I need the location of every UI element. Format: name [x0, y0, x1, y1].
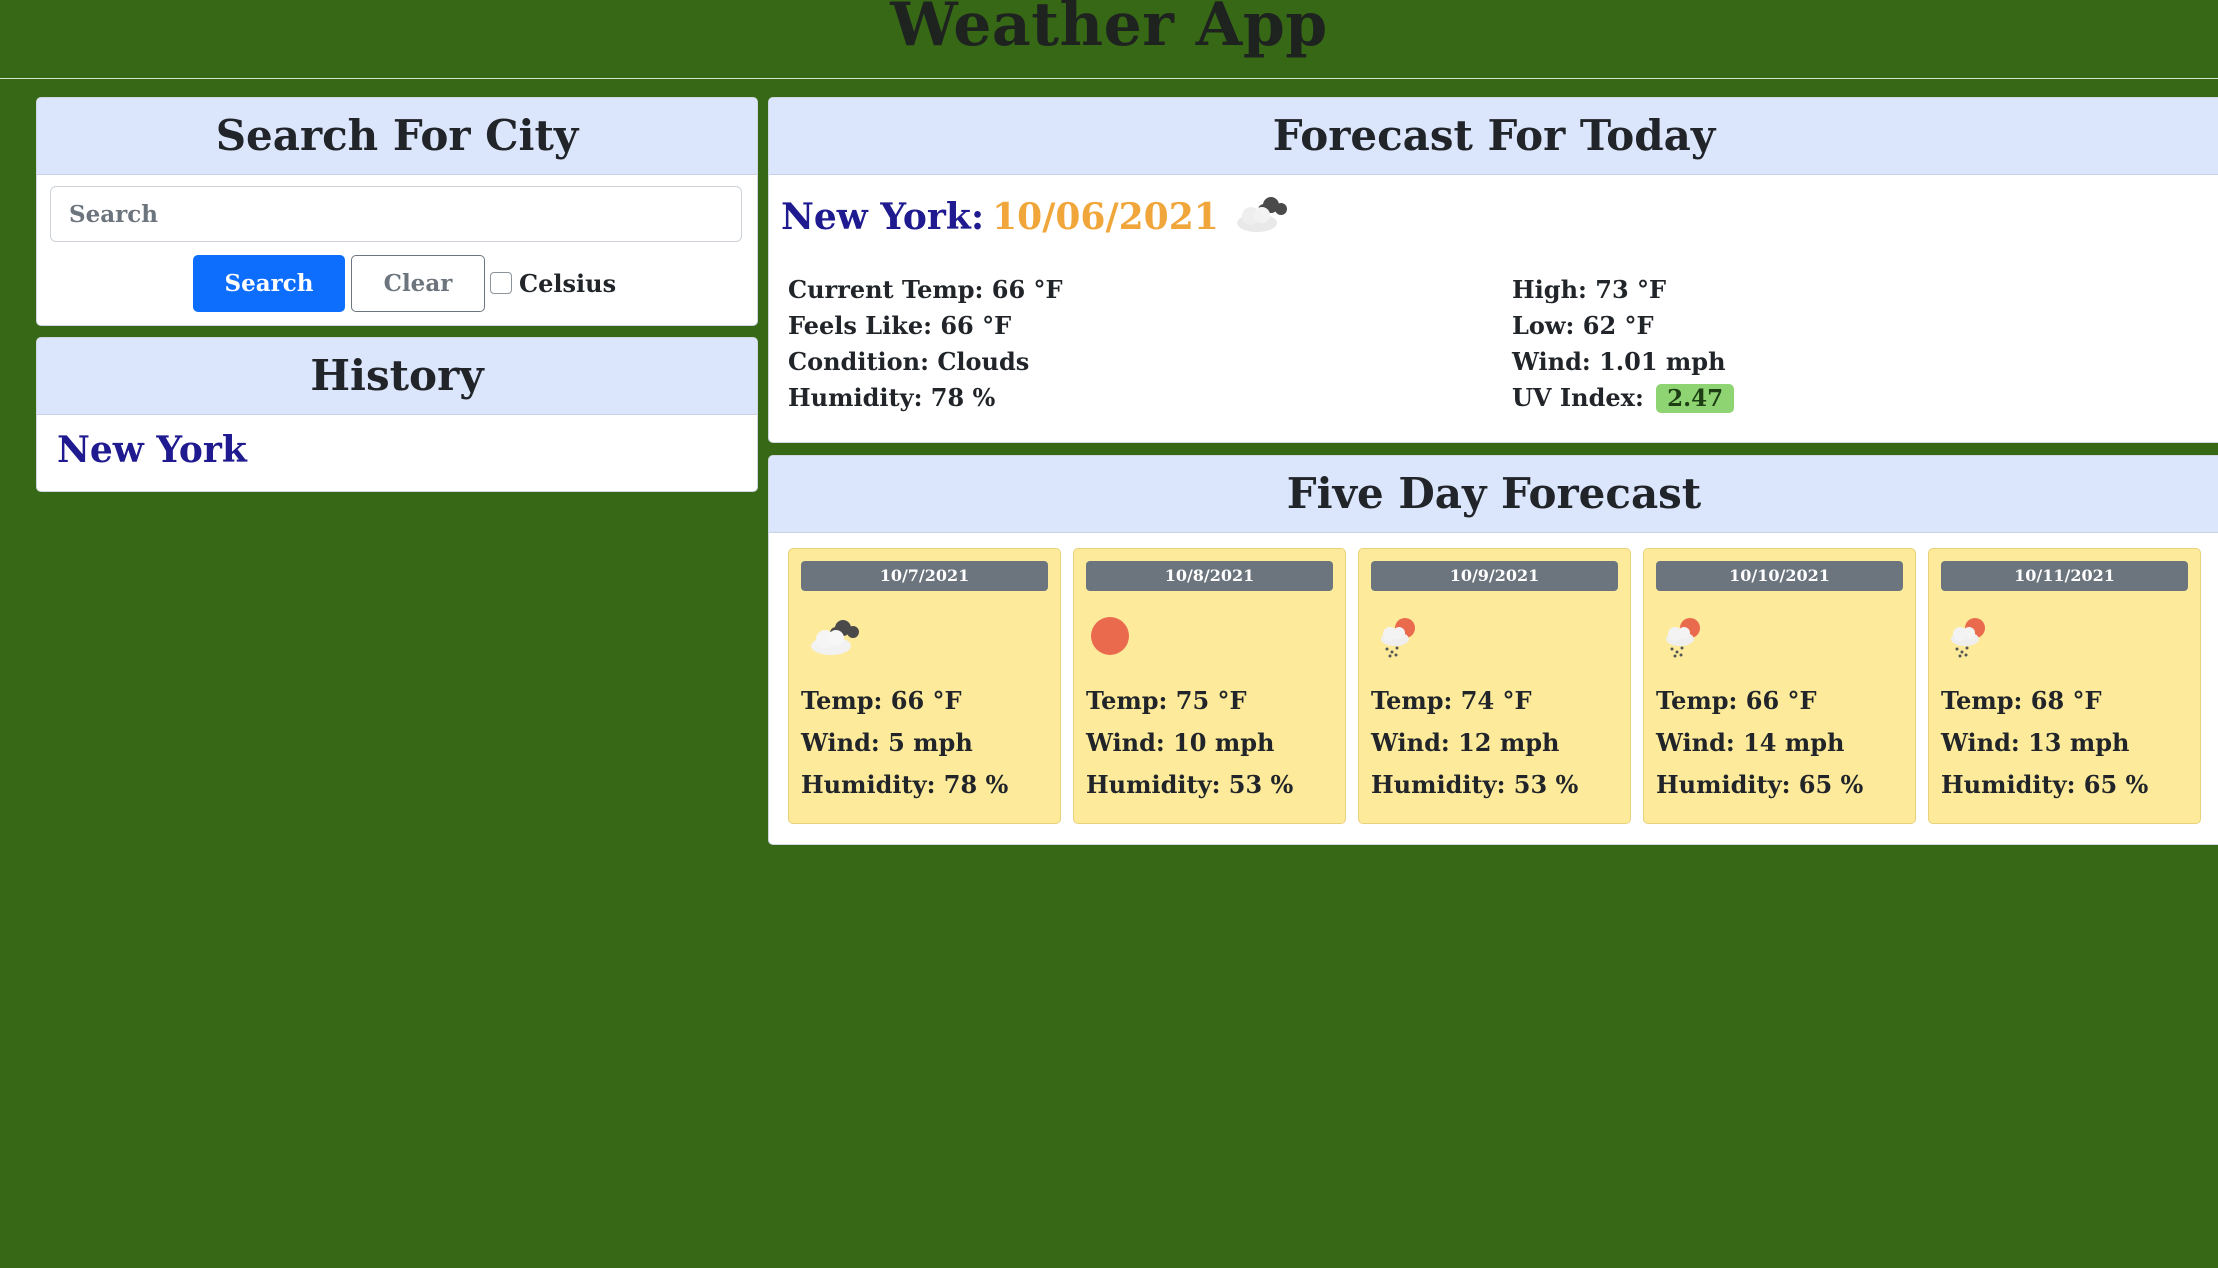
today-date: 10/06/2021 [992, 196, 1219, 238]
celsius-label: Celsius [519, 268, 617, 298]
forecast-day-wind: Wind: 12 mph [1371, 728, 1560, 757]
clouds-icon [1231, 191, 1291, 244]
humidity: Humidity: 78 % [788, 383, 996, 412]
five-day-forecast-card: Five Day Forecast 10/7/2021 Temp: 66 °F … [768, 455, 2218, 845]
forecast-day-date: 10/9/2021 [1371, 561, 1618, 591]
forecast-day-card: 10/10/2021 Temp: 66 °F Wind: 14 mph Humi… [1643, 548, 1916, 824]
rain-sun-icon [1375, 611, 1435, 659]
app-header: Weather App [0, 0, 2218, 79]
forecast-day-wind: Wind: 13 mph [1941, 728, 2130, 757]
forecast-day-date: 10/7/2021 [801, 561, 1048, 591]
uv-index-label: UV Index: [1512, 383, 1644, 412]
uv-index-badge: 2.47 [1656, 384, 1735, 413]
forecast-day-humidity: Humidity: 65 % [1941, 770, 2149, 799]
search-button[interactable]: Search [193, 255, 345, 312]
forecast-day-card: 10/7/2021 Temp: 66 °F Wind: 5 mph Humidi… [788, 548, 1061, 824]
celsius-checkbox[interactable] [490, 272, 512, 294]
forecast-day-wind: Wind: 5 mph [801, 728, 973, 757]
rain-sun-icon [1945, 611, 2005, 659]
forecast-day-card: 10/11/2021 Temp: 68 °F Wind: 13 mph Humi… [1928, 548, 2201, 824]
rain-sun-icon [1660, 611, 1720, 659]
forecast-day-temp: Temp: 68 °F [1941, 686, 2102, 715]
current-temp: Current Temp: 66 °F [788, 275, 1063, 304]
history-item[interactable]: New York [57, 429, 247, 471]
today-city: New York: [781, 196, 985, 238]
forecast-day-date: 10/10/2021 [1656, 561, 1903, 591]
forecast-day-temp: Temp: 75 °F [1086, 686, 1247, 715]
today-heading: New York: 10/06/2021 [781, 192, 1291, 242]
forecast-day-wind: Wind: 14 mph [1656, 728, 1845, 757]
forecast-day-humidity: Humidity: 78 % [801, 770, 1009, 799]
wind: Wind: 1.01 mph [1512, 347, 1726, 376]
celsius-toggle[interactable]: Celsius [490, 268, 616, 298]
forecast-day-date: 10/8/2021 [1086, 561, 1333, 591]
forecast-day-humidity: Humidity: 65 % [1656, 770, 1864, 799]
search-card-title: Search For City [37, 98, 757, 175]
forecast-day-wind: Wind: 10 mph [1086, 728, 1275, 757]
history-card: History New York [36, 337, 758, 492]
five-day-card-title: Five Day Forecast [769, 456, 2218, 533]
today-card-title: Forecast For Today [769, 98, 2218, 175]
forecast-day-temp: Temp: 66 °F [801, 686, 962, 715]
forecast-day-card: 10/8/2021 Temp: 75 °F Wind: 10 mph Humid… [1073, 548, 1346, 824]
history-card-title: History [37, 338, 757, 415]
sun-icon [1090, 611, 1150, 659]
forecast-day-temp: Temp: 74 °F [1371, 686, 1532, 715]
condition: Condition: Clouds [788, 347, 1030, 376]
high-temp: High: 73 °F [1512, 275, 1667, 304]
low-temp: Low: 62 °F [1512, 311, 1654, 340]
clear-button[interactable]: Clear [351, 255, 485, 312]
clouds-icon [805, 611, 865, 659]
today-forecast-card: Forecast For Today New York: 10/06/2021 … [768, 97, 2218, 443]
forecast-day-date: 10/11/2021 [1941, 561, 2188, 591]
search-card: Search For City Search Clear Celsius [36, 97, 758, 326]
forecast-day-temp: Temp: 66 °F [1656, 686, 1817, 715]
feels-like: Feels Like: 66 °F [788, 311, 1012, 340]
forecast-day-humidity: Humidity: 53 % [1371, 770, 1579, 799]
forecast-day-humidity: Humidity: 53 % [1086, 770, 1294, 799]
forecast-day-card: 10/9/2021 Temp: 74 °F Wind: 12 mph Humid… [1358, 548, 1631, 824]
uv-index: UV Index: 2.47 [1512, 383, 1735, 413]
app-title: Weather App [890, 0, 1328, 60]
search-input[interactable] [50, 186, 742, 242]
